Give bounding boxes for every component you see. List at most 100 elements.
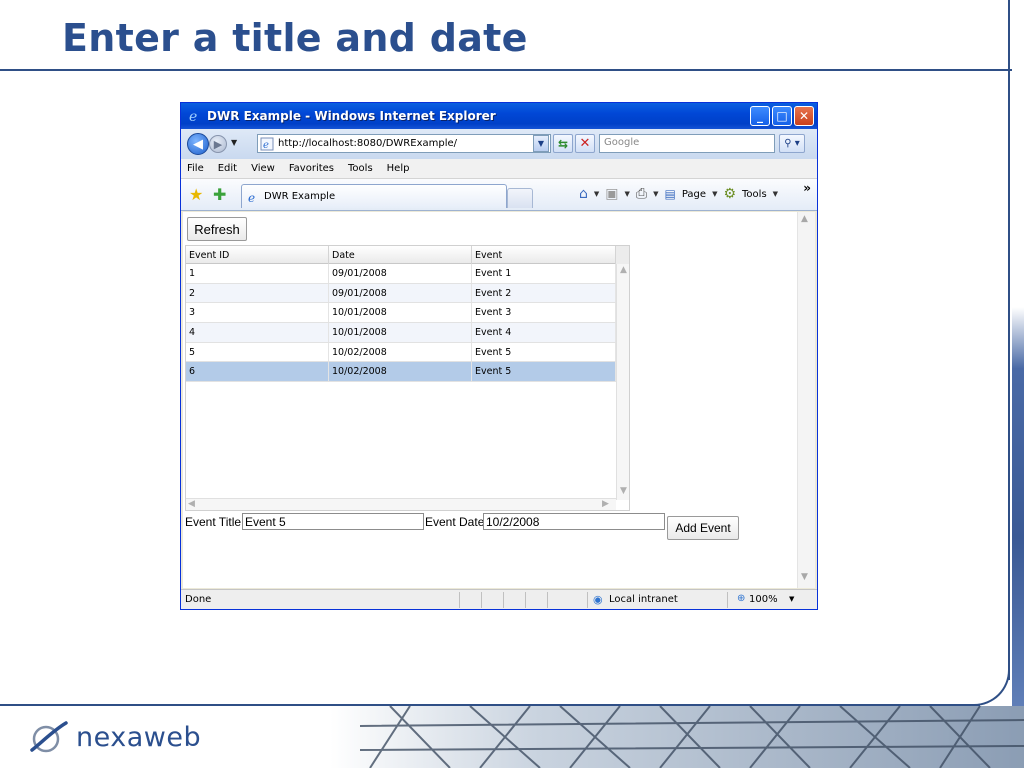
- print-icon[interactable]: ⎙: [636, 186, 647, 202]
- search-button[interactable]: ⚲ ▾: [779, 134, 805, 153]
- logo-text: nexaweb: [76, 721, 202, 753]
- column-header-date[interactable]: Date: [329, 246, 472, 264]
- address-dropdown-button[interactable]: ▼: [533, 135, 549, 152]
- minimize-button[interactable]: _: [750, 106, 770, 126]
- event-title-input[interactable]: Event 5: [242, 513, 424, 530]
- geodesic-decoration: [330, 706, 1024, 768]
- menu-view[interactable]: View: [251, 163, 275, 174]
- table-row[interactable]: 3 10/01/2008 Event 3: [186, 303, 616, 324]
- ie-window: e DWR Example - Windows Internet Explore…: [180, 102, 818, 610]
- scroll-down-icon[interactable]: ▼: [620, 486, 627, 496]
- cell-event: Event 1: [472, 264, 616, 283]
- event-date-input[interactable]: 10/2/2008: [483, 513, 665, 530]
- refresh-button[interactable]: Refresh: [187, 217, 247, 241]
- home-dropdown-icon[interactable]: ▼: [594, 190, 599, 198]
- window-titlebar[interactable]: e DWR Example - Windows Internet Explore…: [181, 103, 817, 129]
- print-dropdown-icon[interactable]: ▼: [653, 190, 658, 198]
- address-field[interactable]: e http://localhost:8080/DWRExample/: [257, 134, 551, 153]
- zoom-level[interactable]: 100%: [749, 594, 778, 605]
- search-input[interactable]: Google: [599, 134, 775, 153]
- page-refresh-button[interactable]: ⇆: [553, 134, 573, 153]
- command-bar: ★ ✚ e DWR Example ⌂ ▼ ▣ ▼ ⎙ ▼ ▤ Page ▼ ⚙…: [181, 179, 817, 211]
- tools-menu-button[interactable]: Tools: [742, 189, 767, 200]
- menu-help[interactable]: Help: [387, 163, 410, 174]
- ie-page-icon: e: [248, 191, 255, 204]
- event-title-label: Event Title:: [185, 515, 245, 529]
- page-menu-button[interactable]: Page: [682, 189, 706, 200]
- column-header-event[interactable]: Event: [472, 246, 616, 264]
- tab-dwr-example[interactable]: e DWR Example: [241, 184, 507, 208]
- stop-button[interactable]: ✕: [575, 134, 595, 153]
- scroll-up-icon[interactable]: ▲: [801, 214, 808, 224]
- cell-date: 10/02/2008: [329, 342, 472, 362]
- scroll-down-icon[interactable]: ▼: [801, 572, 808, 582]
- status-divider: [503, 592, 504, 608]
- cell-date: 10/01/2008: [329, 323, 472, 342]
- cell-event-id: 6: [186, 362, 329, 382]
- home-icon[interactable]: ⌂: [579, 186, 588, 202]
- table-row[interactable]: 5 10/02/2008 Event 5: [186, 342, 616, 363]
- forward-button[interactable]: ▶: [209, 135, 227, 153]
- side-stripe: [1012, 0, 1024, 768]
- scroll-right-icon[interactable]: ▶: [602, 499, 609, 509]
- page-menu-icon: ▤: [664, 187, 676, 201]
- tools-dropdown-icon[interactable]: ▼: [773, 190, 778, 198]
- cell-event: Event 5: [472, 342, 616, 362]
- address-url: http://localhost:8080/DWRExample/: [278, 138, 457, 149]
- arrow-left-icon: ◀: [193, 136, 203, 152]
- grid-horizontal-scrollbar[interactable]: ◀ ▶: [186, 498, 616, 510]
- menu-tools[interactable]: Tools: [348, 163, 373, 174]
- cell-event: Event 4: [472, 323, 616, 342]
- ie-logo-icon: e: [189, 109, 197, 124]
- zoom-magnifier-icon: ⊕: [737, 593, 746, 604]
- address-toolbar: ◀ ▶ ▼ e http://localhost:8080/DWRExample…: [181, 129, 817, 159]
- ie-page-icon: e: [260, 137, 274, 151]
- cell-event-id: 5: [186, 342, 329, 362]
- menu-bar: File Edit View Favorites Tools Help: [181, 159, 817, 179]
- cell-event-id: 4: [186, 323, 329, 342]
- menu-file[interactable]: File: [187, 163, 204, 174]
- right-frame-line: [1008, 0, 1010, 680]
- column-header-event-id[interactable]: Event ID: [186, 246, 329, 264]
- grid-vertical-scrollbar[interactable]: ▲ ▼: [616, 264, 629, 500]
- frame-corner-curve: [960, 640, 1010, 706]
- chevron-more-icon[interactable]: »: [803, 181, 811, 195]
- security-zone: Local intranet: [609, 594, 678, 605]
- grid-corner: [616, 246, 629, 264]
- title-rule: [0, 69, 1012, 71]
- window-title: DWR Example - Windows Internet Explorer: [207, 109, 496, 123]
- cell-event-id: 1: [186, 264, 329, 283]
- page-dropdown-icon[interactable]: ▼: [712, 190, 717, 198]
- arrow-right-icon: ▶: [213, 137, 223, 151]
- add-event-button[interactable]: Add Event: [667, 516, 739, 540]
- scroll-left-icon[interactable]: ◀: [188, 499, 195, 509]
- event-date-label: Event Date:: [425, 515, 488, 529]
- gear-icon: ⚙: [723, 186, 737, 202]
- add-favorite-icon[interactable]: ✚: [213, 185, 226, 204]
- back-button[interactable]: ◀: [187, 133, 209, 155]
- favorites-star-icon[interactable]: ★: [189, 185, 203, 204]
- table-row[interactable]: 2 09/01/2008 Event 2: [186, 283, 616, 304]
- page-vertical-scrollbar[interactable]: ▲ ▼: [797, 212, 815, 588]
- maximize-button[interactable]: □: [772, 106, 792, 126]
- menu-favorites[interactable]: Favorites: [289, 163, 334, 174]
- tab-label: DWR Example: [264, 191, 336, 202]
- cell-event-id: 3: [186, 303, 329, 323]
- chevron-down-icon: ▼: [537, 139, 545, 148]
- svg-text:e: e: [248, 191, 255, 204]
- feeds-dropdown-icon[interactable]: ▼: [625, 190, 630, 198]
- feeds-icon[interactable]: ▣: [605, 186, 618, 202]
- table-row-selected[interactable]: 6 10/02/2008 Event 5: [186, 362, 616, 383]
- table-row[interactable]: 4 10/01/2008 Event 4: [186, 323, 616, 343]
- history-dropdown-icon[interactable]: ▼: [231, 138, 237, 147]
- cell-date: 10/01/2008: [329, 303, 472, 323]
- status-divider: [525, 592, 526, 608]
- close-button[interactable]: ✕: [794, 106, 814, 126]
- zoom-dropdown-icon[interactable]: ▼: [789, 595, 794, 603]
- events-grid: Event ID Date Event 1 09/01/2008 Event 1…: [185, 245, 630, 511]
- table-row[interactable]: 1 09/01/2008 Event 1: [186, 264, 616, 284]
- new-tab-button[interactable]: [507, 188, 533, 208]
- menu-edit[interactable]: Edit: [218, 163, 237, 174]
- nexaweb-logo: nexaweb: [28, 720, 201, 754]
- scroll-up-icon[interactable]: ▲: [620, 265, 627, 275]
